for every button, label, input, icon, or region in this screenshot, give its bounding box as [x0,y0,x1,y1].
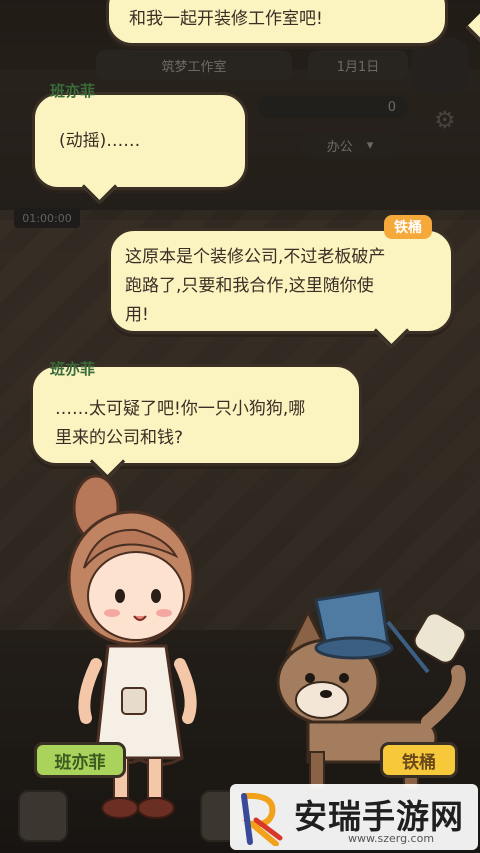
logo-icon [241,792,283,846]
dialog-line: 这原本是个装修公司,不过老板破产 [125,247,386,267]
dialog-text: 和我一起开装修工作室吧! [129,5,323,34]
dialog-bubble-3: 这原本是个装修公司,不过老板破产 跑路了,只要和我合作,这里随你使 用! [108,228,454,349]
toolbar-button[interactable] [18,790,68,842]
dialog-line: 跑路了,只要和我合作,这里随你使 [125,276,374,296]
dialog-bubble-1: 和我一起开装修工作室吧! [106,0,480,46]
watermark-name: 安瑞手游网 [294,797,464,836]
speaker-name: 班亦菲 [43,82,102,100]
dialog-line: 里来的公司和钱? [55,428,184,448]
dialog-line: 用! [125,305,149,325]
dialog-line: 和我一起开装修工作室吧! [129,9,323,29]
dialog-line: ……太可疑了吧!你一只小狗狗,哪 [55,399,306,419]
dialog-bubble-4: ……太可疑了吧!你一只小狗狗,哪 里来的公司和钱? [30,364,362,480]
dialog-text: ……太可疑了吧!你一只小狗狗,哪 里来的公司和钱? [55,395,305,453]
watermark: 安瑞手游网 www.szerg.com [230,784,478,850]
speaker-name: 铁桶 [384,215,432,239]
dialog-bubble-2: (动摇)…… [32,92,248,205]
dog-name-button[interactable]: 铁桶 [380,742,458,778]
speaker-name: 班亦菲 [43,360,102,378]
dialog-text: 这原本是个装修公司,不过老板破产 跑路了,只要和我合作,这里随你使 用! [125,243,385,330]
girl-name-button[interactable]: 班亦菲 [34,742,126,778]
watermark-url: www.szerg.com [348,832,435,845]
dialog-line: (动摇)…… [59,131,141,151]
dialog-text: (动摇)…… [59,127,140,156]
